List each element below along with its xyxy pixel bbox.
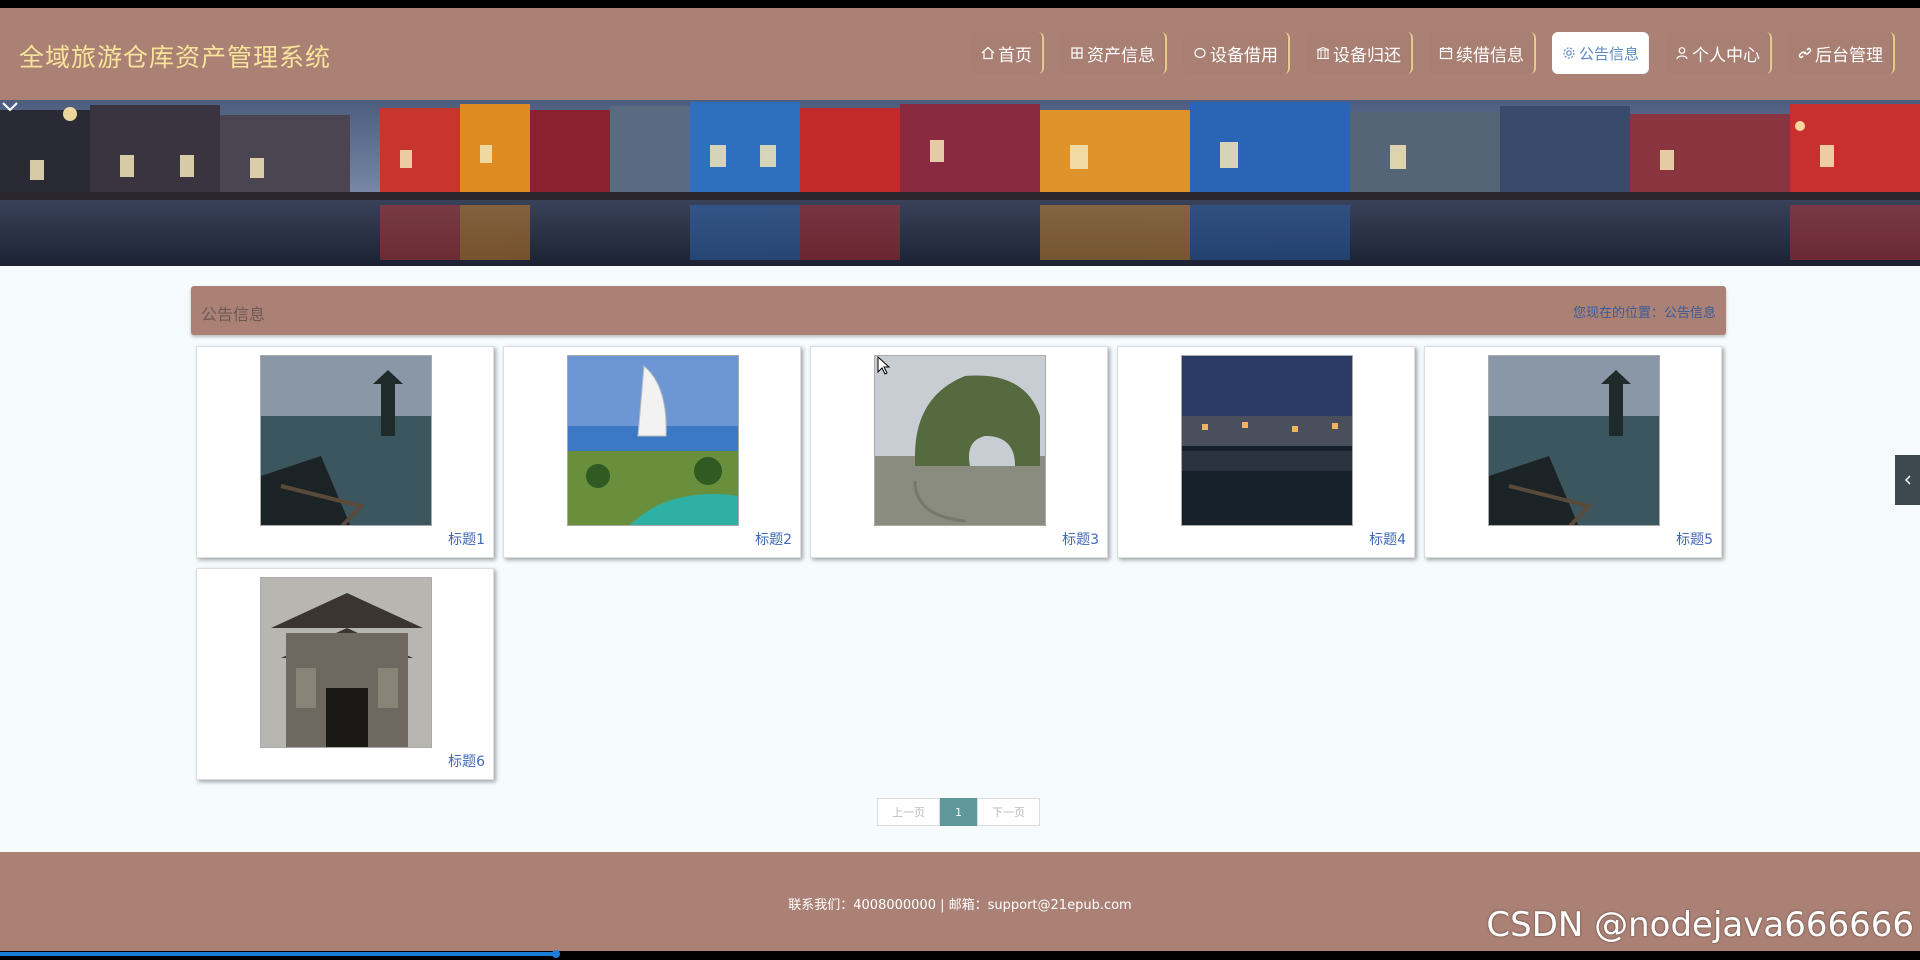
circle-icon [1194,47,1206,59]
nav-personal-center[interactable]: 个人中心 [1665,32,1772,74]
nav-renew-info[interactable]: 续借信息 [1428,32,1536,74]
elephant-trunk-hill-photo [875,356,1045,525]
site-header: 全域旅游仓库资产管理系统 首页 资产信息 设备借用 设备归还 续借信息 公告信息… [0,8,1920,100]
pagoda-lake-photo [1489,356,1659,525]
nav-device-borrow[interactable]: 设备借用 [1182,32,1290,74]
current-page-button[interactable]: 1 [940,798,977,826]
nav-device-return[interactable]: 设备归还 [1305,32,1413,74]
card-thumbnail[interactable] [260,355,432,526]
card-title[interactable]: 标题5 [1676,529,1713,549]
card-title[interactable]: 标题1 [448,529,485,549]
burj-al-arab-photo [568,356,738,525]
colorful-houses-photo [0,100,1920,266]
chevron-down-icon[interactable] [0,100,20,114]
next-page-button[interactable]: 下一页 [977,798,1040,826]
announcement-card[interactable]: 标题4 [1117,346,1415,558]
prev-page-button[interactable]: 上一页 [877,798,940,826]
chevron-left-icon [1904,475,1911,485]
nav-label: 后台管理 [1815,45,1883,66]
nav-label: 个人中心 [1692,45,1760,66]
nav-home[interactable]: 首页 [970,32,1044,74]
main-nav: 首页 资产信息 设备借用 设备归还 续借信息 公告信息 个人中心 后台管理 [970,32,1895,74]
home-icon [981,46,995,60]
section-title: 公告信息 [201,305,266,324]
nav-label: 续借信息 [1455,45,1524,66]
nav-admin[interactable]: 后台管理 [1788,32,1895,74]
building-icon [1316,46,1330,59]
announcement-card[interactable]: 标题2 [503,346,801,558]
gear-icon [1563,47,1575,59]
card-title[interactable]: 标题6 [448,751,485,771]
video-progress-bar[interactable] [0,952,557,956]
breadcrumb: 您现在的位置：公告信息 [1573,302,1716,321]
breadcrumb-current[interactable]: 公告信息 [1664,306,1716,321]
pagination: 上一页 1 下一页 [877,798,1040,826]
card-thumbnail[interactable] [567,355,739,526]
breadcrumb-prefix: 您现在的位置： [1572,306,1664,321]
card-thumbnail[interactable] [1181,355,1353,526]
section-header: 公告信息 您现在的位置：公告信息 [191,286,1726,335]
card-title[interactable]: 标题3 [1062,529,1099,549]
user-icon [1676,47,1688,60]
video-progress-handle[interactable] [552,950,560,958]
announcement-card[interactable]: 标题6 [196,568,494,780]
grid-icon [1071,47,1083,59]
watermark: CSDN @nodejava666666 [1486,905,1914,945]
nav-label: 首页 [997,45,1032,66]
mouse-cursor-icon [877,356,891,375]
calendar-icon [1439,47,1453,60]
nav-announcements[interactable]: 公告信息 [1551,32,1649,74]
announcement-card[interactable]: 标题5 [1424,346,1722,558]
nav-label: 设备借用 [1209,45,1278,66]
nav-label: 公告信息 [1578,44,1639,63]
nav-label: 资产信息 [1086,45,1155,66]
browser-viewport: 全域旅游仓库资产管理系统 首页 资产信息 设备借用 设备归还 续借信息 公告信息… [0,8,1920,951]
nav-asset-info[interactable]: 资产信息 [1059,32,1167,74]
card-thumbnail[interactable] [1488,355,1660,526]
announcement-card[interactable]: 标题3 [810,346,1108,558]
ancient-gate-photo [261,578,431,747]
link-icon [1798,47,1812,59]
hero-banner [0,100,1920,266]
side-panel-toggle[interactable] [1895,455,1920,505]
card-title[interactable]: 标题4 [1369,529,1406,549]
card-title[interactable]: 标题2 [755,529,792,549]
card-thumbnail[interactable] [874,355,1046,526]
pagoda-lake-photo [261,356,431,525]
nav-label: 设备归还 [1332,45,1401,66]
card-thumbnail[interactable] [260,577,432,748]
night-village-reflection-photo [1182,356,1352,525]
site-title: 全域旅游仓库资产管理系统 [19,43,332,72]
announcement-card[interactable]: 标题1 [196,346,494,558]
